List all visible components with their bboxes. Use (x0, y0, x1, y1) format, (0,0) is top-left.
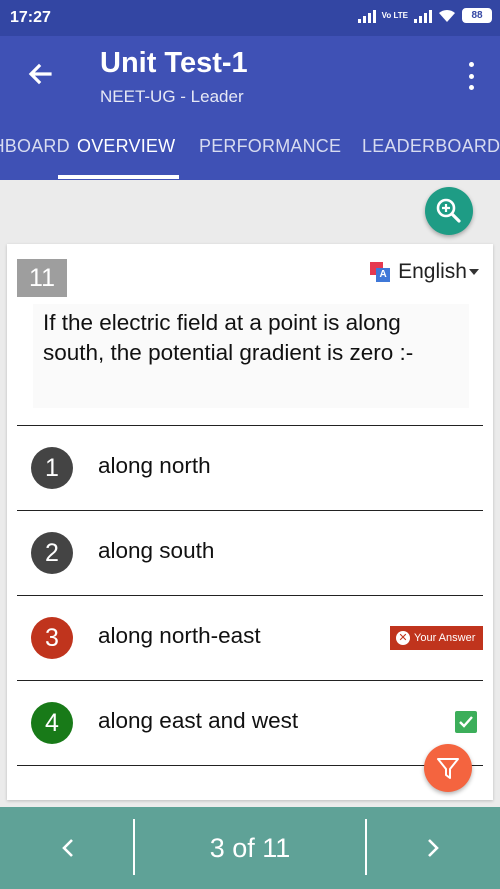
tab-indicator (58, 175, 179, 179)
bottom-nav: 3 of 11 (0, 807, 500, 889)
tab-overview[interactable]: OVERVIEW (77, 136, 175, 157)
tab-dashboard[interactable]: DASHBOARD (0, 136, 70, 157)
option-label: along south (98, 538, 215, 563)
arrow-left-icon (28, 63, 52, 85)
option-number: 2 (31, 532, 73, 574)
translate-icon: A (370, 262, 391, 282)
option-label: along east and west (98, 708, 299, 733)
question-card: 11 A English If the electric field at a … (7, 244, 493, 800)
nav-divider (133, 819, 135, 875)
battery-icon: 88 (462, 8, 492, 23)
status-bar: 17:27 Vo LTE 88 (0, 0, 500, 36)
page-indicator: 3 of 11 (209, 833, 291, 863)
status-icons: Vo LTE 88 (357, 8, 492, 23)
next-button[interactable] (366, 807, 500, 889)
your-answer-label: Your Answer (414, 632, 476, 644)
question-number: 11 (17, 259, 67, 297)
filter-button[interactable] (424, 744, 472, 792)
prev-button[interactable] (0, 807, 134, 889)
option-number: 4 (31, 702, 73, 744)
status-time: 17:27 (10, 9, 51, 26)
option-1[interactable]: 1 along north (17, 426, 483, 510)
divider (17, 765, 483, 766)
question-text: If the electric field at a point is alon… (33, 304, 469, 408)
check-icon (455, 711, 477, 733)
language-selector[interactable]: A English (370, 260, 479, 284)
option-label: along north (98, 453, 211, 478)
page-subtitle: NEET-UG - Leader (100, 87, 244, 106)
tab-leaderboard[interactable]: LEADERBOARD (362, 136, 500, 157)
page-title: Unit Test-1 (100, 47, 248, 79)
back-button[interactable] (22, 56, 58, 92)
option-label: along north-east (98, 623, 261, 648)
chevron-left-icon (62, 839, 73, 857)
signal-icon-2 (414, 9, 432, 23)
your-answer-badge: ✕ Your Answer (390, 626, 483, 650)
signal-icon (357, 9, 376, 23)
more-vert-icon[interactable] (466, 62, 476, 90)
zoom-in-icon (436, 198, 461, 223)
option-3[interactable]: 3 along north-east ✕ Your Answer (17, 596, 483, 680)
volte-icon: Vo LTE (381, 10, 408, 20)
zoom-button[interactable] (425, 187, 473, 235)
language-label: English (398, 260, 467, 283)
battery-level: 88 (471, 10, 483, 21)
chevron-right-icon (428, 839, 439, 857)
wifi-icon (439, 9, 455, 22)
option-number: 3 (31, 617, 73, 659)
network-label: Vo LTE (381, 10, 408, 20)
option-2[interactable]: 2 along south (17, 511, 483, 595)
option-number: 1 (31, 447, 73, 489)
close-icon: ✕ (396, 631, 410, 645)
option-4[interactable]: 4 along east and west (17, 681, 483, 765)
filter-icon (437, 758, 459, 779)
tab-bar: DASHBOARD OVERVIEW PERFORMANCE LEADERBOA… (0, 116, 500, 180)
tab-performance[interactable]: PERFORMANCE (199, 136, 341, 157)
app-bar: Unit Test-1 NEET-UG - Leader (0, 36, 500, 116)
chevron-down-icon (469, 269, 479, 275)
